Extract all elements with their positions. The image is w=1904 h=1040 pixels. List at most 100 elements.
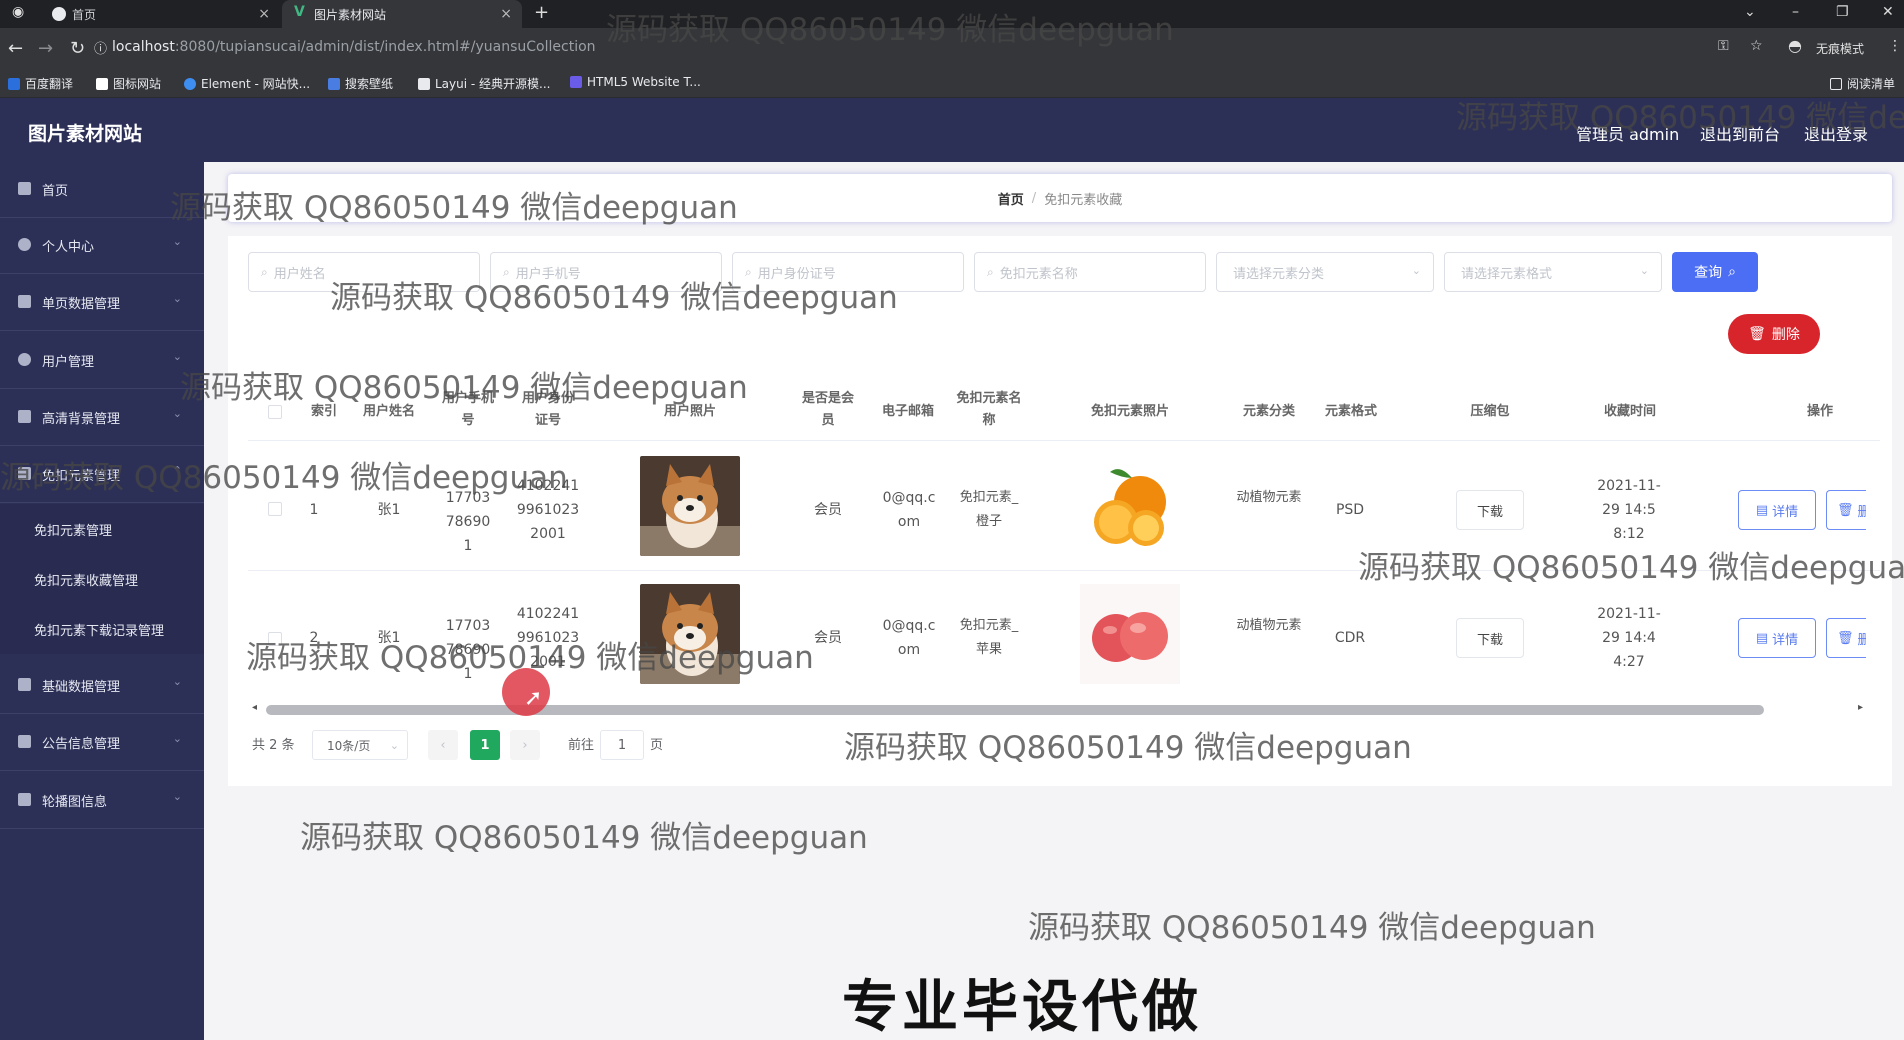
tab-search-icon[interactable]: ⌄ [1744,4,1756,20]
sidebar-item-notices[interactable]: 公告信息管理 ⌄ [0,715,204,771]
profile-label[interactable]: 无痕模式 [1816,40,1864,57]
bookmark-item[interactable]: 图标网站 [96,75,161,92]
prev-page-button[interactable]: ‹ [428,730,458,760]
page-size-value: 10条/页 [327,738,371,753]
format-select[interactable]: 请选择元素格式 ⌄ [1444,252,1662,292]
url-host: localhost [112,39,175,55]
detail-icon: ▤ [1755,630,1769,646]
cell-category: 动植物元素 [1236,490,1302,505]
browser-tab-site[interactable]: V 图片素材网站 × [282,0,522,28]
url-field[interactable]: localhost:8080/tupiansucai/admin/dist/in… [112,39,596,55]
breadcrumb-home[interactable]: 首页 [998,189,1024,208]
select-all-checkbox[interactable] [268,405,282,419]
cell-name: 张1 [377,630,401,646]
scroll-right-icon[interactable]: ▸ [1858,702,1863,713]
scroll-thumb[interactable] [266,705,1764,715]
trash-icon: 🗑 [1837,630,1854,646]
cell-phone: 17703786901 [445,618,491,682]
sidebar-item-profile[interactable]: 个人中心 ⌄ [0,218,204,274]
row-checkbox[interactable] [268,632,282,646]
bookmark-item[interactable]: HTML5 Website T... [570,75,701,89]
page-size-select[interactable]: 10条/页 ⌄ [312,730,408,760]
back-to-front-link[interactable]: 退出到前台 [1700,121,1780,145]
bookmark-item[interactable]: Element - 网站快... [184,75,310,92]
username-search-input[interactable]: ⌕ 用户姓名 [248,252,480,292]
reload-icon[interactable]: ↻ [70,38,85,59]
key-icon[interactable]: ⚿ [1718,38,1729,54]
promo-banner-text: 专业毕设代做 [842,975,1202,1040]
bookmark-label: 图标网站 [113,77,162,91]
idcard-search-input[interactable]: ⌕ 用户身份证号 [732,252,964,292]
sidebar-item-basic-data[interactable]: 基础数据管理 ⌄ [0,658,204,714]
info-icon[interactable]: ⓘ [94,38,107,57]
mouse-pointer-icon: ➚ [524,686,543,711]
apple-fruit-icon [1080,584,1180,684]
sidebar-subitem-element-collection[interactable]: 免扣元素收藏管理 [0,554,204,604]
current-page-button[interactable]: 1 [470,730,500,760]
cell-format: PSD [1335,502,1365,518]
new-tab-button[interactable]: + [534,2,549,23]
sidebar-item-label: 个人中心 [42,240,95,255]
restore-icon[interactable]: ❐ [1836,4,1849,20]
bookmark-item[interactable]: Layui - 经典开源模... [418,75,550,92]
row-checkbox[interactable] [268,502,282,516]
back-icon[interactable]: ← [8,38,23,59]
close-tab-icon[interactable]: × [500,6,512,22]
batch-delete-button[interactable]: 🗑 删除 [1728,314,1820,354]
download-button[interactable]: 下载 [1456,618,1524,658]
row-delete-button[interactable]: 🗑删除 [1826,490,1866,530]
bookmark-label: Element - 网站快... [201,77,311,91]
logout-link[interactable]: 退出登录 [1804,121,1868,145]
reading-list[interactable]: 阅读清单 [1830,75,1895,92]
cell-format: CDR [1334,630,1366,646]
phone-search-input[interactable]: ⌕ 用户手机号 [490,252,722,292]
col-zip: 压缩包 [1470,404,1510,419]
element-name-search-input[interactable]: ⌕ 免扣元素名称 [974,252,1206,292]
sidebar-subitem-element-manage[interactable]: 免扣元素管理 [0,504,204,554]
reading-list-label: 阅读清单 [1847,77,1896,91]
user-photo [640,456,740,556]
browser-tab-home[interactable]: 首页 × [40,0,280,28]
sidebar-item-pages[interactable]: 单页数据管理 ⌄ [0,275,204,331]
sidebar-item-home[interactable]: 首页 [0,162,204,218]
chevron-down-icon: ⌄ [172,790,182,803]
url-path: :8080/tupiansucai/admin/dist/index.html#… [174,39,596,55]
category-select[interactable]: 请选择元素分类 ⌄ [1216,252,1434,292]
close-tab-icon[interactable]: × [258,6,270,22]
star-icon[interactable]: ☆ [1750,38,1763,54]
next-page-button[interactable]: › [510,730,540,760]
sidebar-item-elements[interactable]: 免扣元素管理 ⌃ [0,447,204,503]
scroll-left-icon[interactable]: ◂ [252,702,257,713]
forward-icon[interactable]: → [38,38,53,59]
col-element-photo: 免扣元素照片 [1090,404,1169,419]
sidebar-item-carousel[interactable]: 轮播图信息 ⌄ [0,773,204,829]
query-label: 查询 [1694,265,1723,281]
goto-page-input[interactable]: 1 [600,730,644,760]
col-phone: 用户手机号 [441,391,494,428]
download-button[interactable]: 下载 [1456,490,1524,530]
sidebar-item-backgrounds[interactable]: 高清背景管理 ⌄ [0,390,204,446]
cell-index: 1 [309,502,319,518]
col-element-name: 免扣元素名称 [956,391,1022,428]
bookmark-label: HTML5 Website T... [587,75,701,89]
table-horizontal-scrollbar[interactable]: ◂ ▸ [248,702,1868,716]
close-window-icon[interactable]: ✕ [1882,4,1894,20]
sidebar-item-label: 公告信息管理 [42,737,121,752]
query-button[interactable]: 查询 ⌕ [1672,252,1758,292]
bookmark-item[interactable]: 百度翻译 [8,75,73,92]
detail-button[interactable]: ▤ 详情 [1738,490,1816,530]
bookmark-item[interactable]: 搜索壁纸 [328,75,393,92]
sidebar-item-users[interactable]: 用户管理 ⌄ [0,333,204,389]
chrome-logo-icon: ◉ [12,4,25,20]
cell-email: 0@qq.com [882,618,936,658]
pagination-total: 共 2 条 [252,738,295,753]
menu-icon[interactable]: ⋮ [1888,38,1902,54]
dog-photo-icon [640,584,740,684]
cell-email: 0@qq.com [882,490,936,530]
sidebar-subitem-element-download[interactable]: 免扣元素下载记录管理 [0,604,204,654]
minimize-icon[interactable]: – [1792,4,1799,20]
cell-index: 2 [309,630,319,646]
detail-icon: ▤ [1755,502,1769,518]
detail-button[interactable]: ▤ 详情 [1738,618,1816,658]
row-delete-button[interactable]: 🗑删除 [1826,618,1866,658]
